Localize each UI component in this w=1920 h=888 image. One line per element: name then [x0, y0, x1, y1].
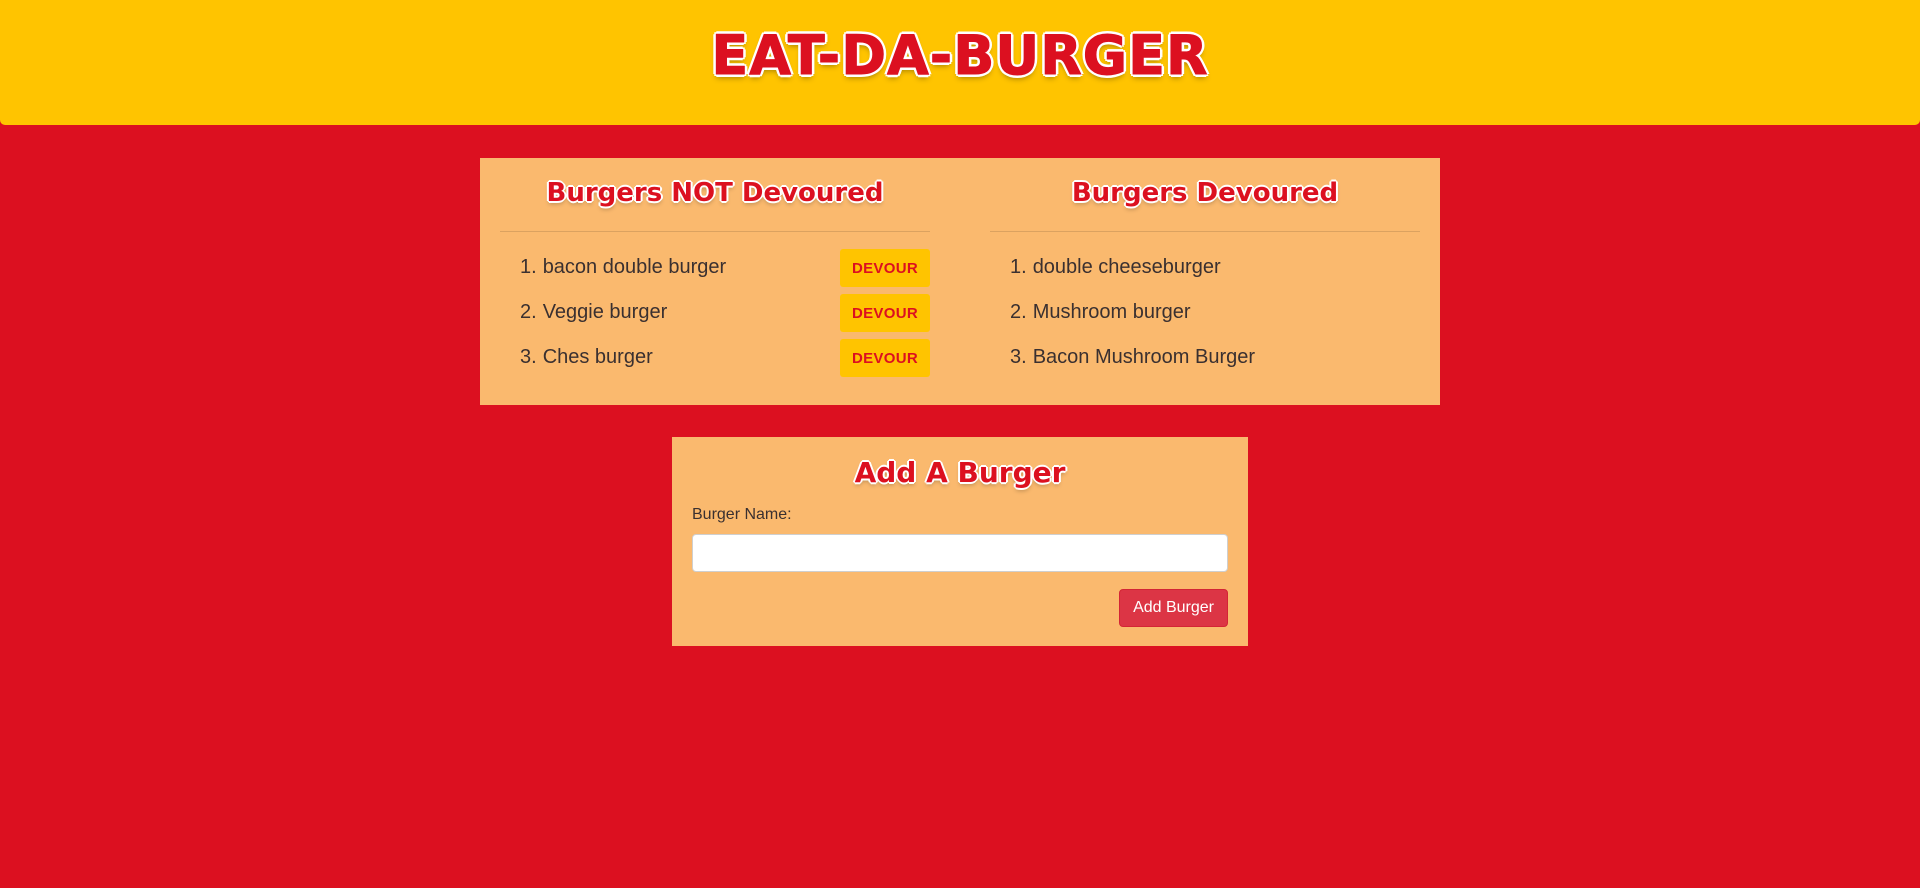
not-devoured-column: Burgers NOT Devoured 1. bacon double bur…	[500, 158, 960, 405]
devour-button[interactable]: DEVOUR	[840, 294, 930, 332]
burger-lists-panel: Burgers NOT Devoured 1. bacon double bur…	[480, 158, 1440, 405]
burger-name: bacon double burger	[542, 256, 727, 278]
item-number: 3.	[520, 346, 537, 368]
item-number: 3.	[1010, 346, 1027, 368]
item-number: 2.	[520, 301, 537, 323]
burger-name: double cheeseburger	[1032, 256, 1221, 278]
not-devoured-heading: Burgers NOT Devoured	[500, 158, 930, 232]
site-title: EAT-DA-BURGER	[711, 24, 1209, 88]
list-item: 3. Bacon Mushroom Burger	[1010, 335, 1420, 380]
list-item: 2. Veggie burger DEVOUR	[520, 290, 930, 335]
add-burger-form: Add A Burger Burger Name: Add Burger	[672, 437, 1248, 646]
list-item: 3. Ches burger DEVOUR	[520, 335, 930, 380]
add-burger-heading: Add A Burger	[854, 456, 1066, 489]
devour-button[interactable]: DEVOUR	[840, 339, 930, 377]
not-devoured-list: 1. bacon double burger DEVOUR 2. Veggie …	[500, 245, 930, 380]
item-number: 1.	[520, 256, 537, 278]
devour-button[interactable]: DEVOUR	[840, 249, 930, 287]
header-banner: EAT-DA-BURGER	[0, 0, 1920, 125]
devoured-heading: Burgers Devoured	[990, 158, 1420, 232]
list-item: 1. bacon double burger DEVOUR	[520, 245, 930, 290]
devoured-column: Burgers Devoured 1. double cheeseburger …	[960, 158, 1420, 405]
burger-name: Veggie burger	[542, 301, 668, 323]
item-number: 1.	[1010, 256, 1027, 278]
burger-name-label: Burger Name:	[692, 506, 792, 523]
devoured-list: 1. double cheeseburger 2. Mushroom burge…	[990, 245, 1420, 380]
burger-name: Bacon Mushroom Burger	[1032, 346, 1256, 368]
burger-name-input[interactable]	[692, 534, 1228, 572]
add-burger-button[interactable]: Add Burger	[1119, 589, 1228, 627]
burger-name: Ches burger	[542, 346, 653, 368]
list-item: 1. double cheeseburger	[1010, 245, 1420, 290]
list-item: 2. Mushroom burger	[1010, 290, 1420, 335]
burger-name: Mushroom burger	[1032, 301, 1191, 323]
item-number: 2.	[1010, 301, 1027, 323]
